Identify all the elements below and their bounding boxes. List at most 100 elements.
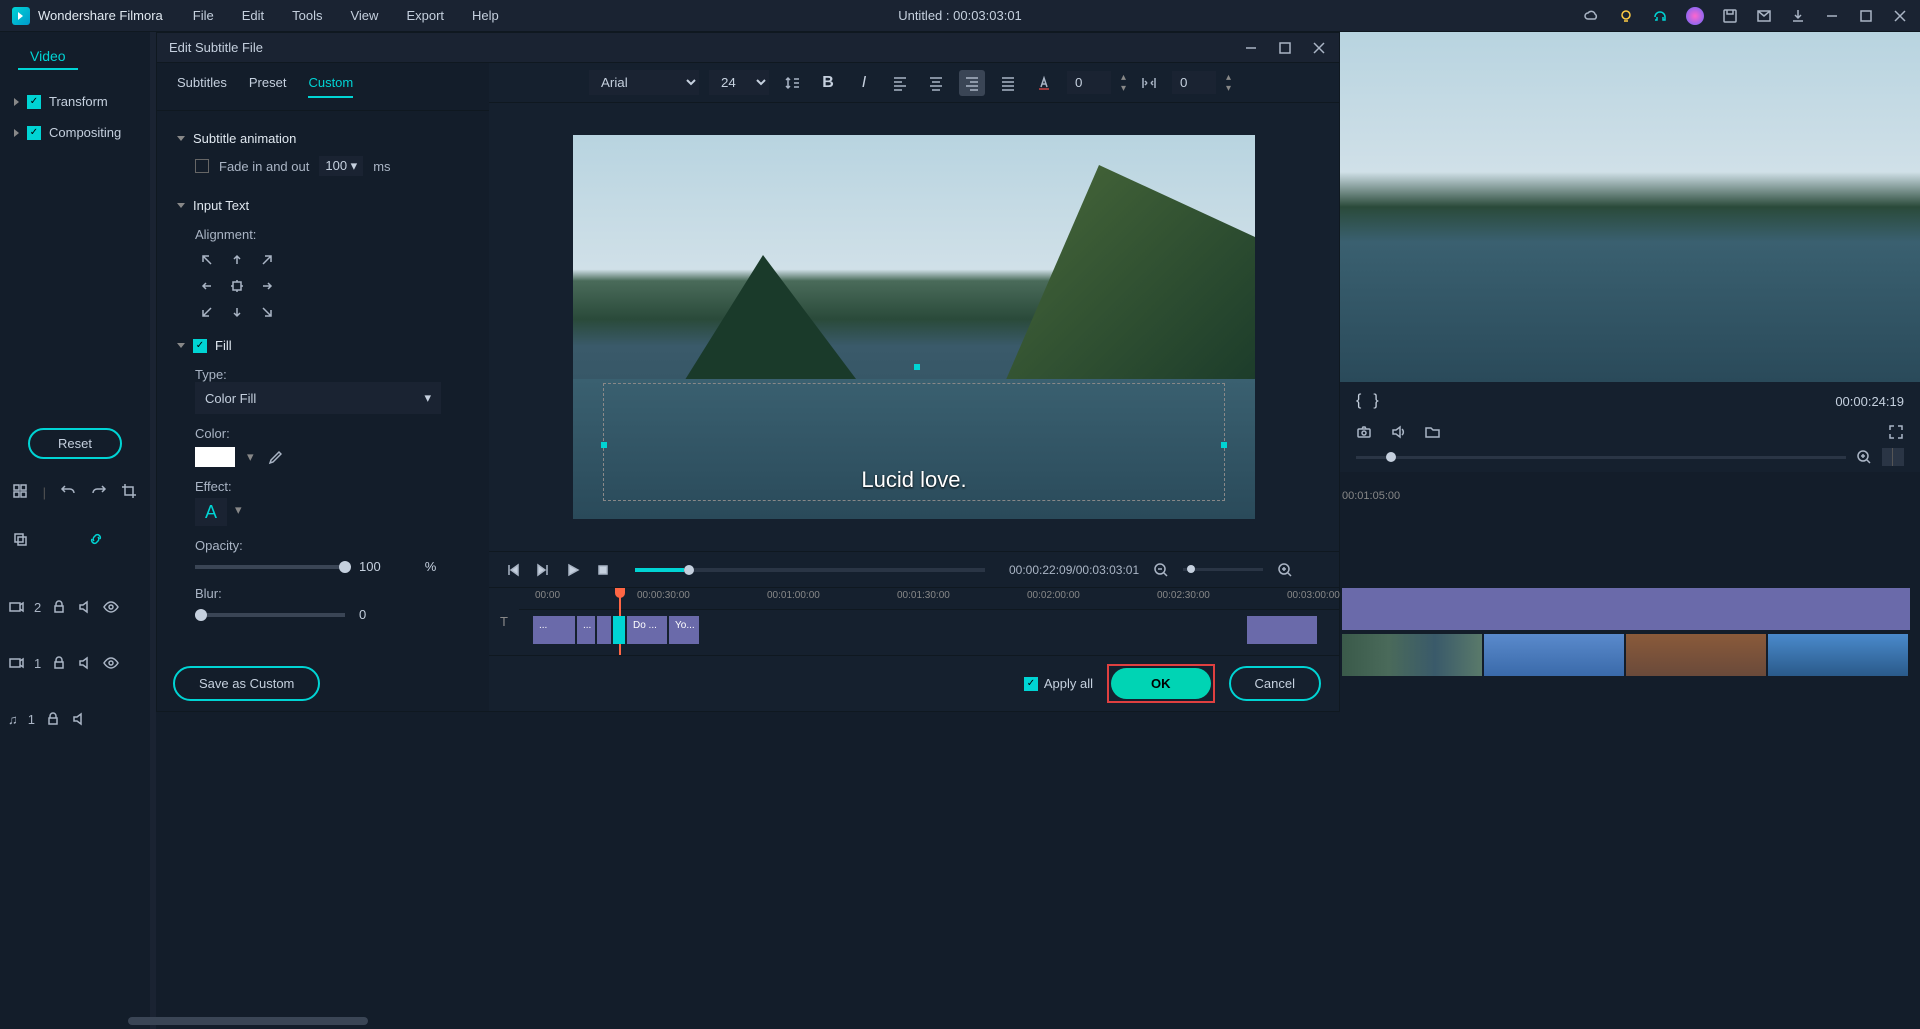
tracking-input[interactable] bbox=[1172, 71, 1216, 94]
step-back-icon[interactable] bbox=[505, 562, 521, 578]
grid-icon[interactable] bbox=[12, 483, 29, 501]
speaker-icon[interactable] bbox=[1390, 424, 1406, 440]
align-bottom-right[interactable] bbox=[255, 302, 279, 322]
spinner-icon[interactable]: ▴▾ bbox=[1121, 72, 1126, 94]
align-center-button[interactable] bbox=[923, 70, 949, 96]
apply-all-checkbox[interactable]: ✓ Apply all bbox=[1024, 676, 1093, 691]
reset-button[interactable]: Reset bbox=[28, 428, 122, 459]
color-swatch[interactable] bbox=[195, 447, 235, 467]
cloud-icon[interactable] bbox=[1584, 8, 1600, 24]
close-icon[interactable] bbox=[1311, 40, 1327, 56]
mini-ruler[interactable]: 00:00 00:00:30:00 00:01:00:00 00:01:30:0… bbox=[519, 588, 1339, 610]
fade-duration-value[interactable]: 100 ▾ bbox=[319, 156, 363, 176]
tab-subtitles[interactable]: Subtitles bbox=[177, 75, 227, 98]
cancel-button[interactable]: Cancel bbox=[1229, 666, 1321, 701]
bold-button[interactable]: B bbox=[815, 70, 841, 96]
menu-edit[interactable]: Edit bbox=[242, 8, 264, 23]
menu-view[interactable]: View bbox=[350, 8, 378, 23]
subtitle-clip[interactable]: Do ... bbox=[627, 616, 667, 644]
video-preview[interactable]: Lucid love. bbox=[573, 135, 1255, 519]
font-select[interactable]: Arial bbox=[589, 70, 699, 95]
step-forward-icon[interactable] bbox=[535, 562, 551, 578]
tab-preset[interactable]: Preset bbox=[249, 75, 287, 98]
user-avatar[interactable] bbox=[1686, 7, 1704, 25]
maximize-icon[interactable] bbox=[1277, 40, 1293, 56]
camera-icon[interactable] bbox=[1356, 424, 1372, 440]
chevron-down-icon[interactable]: ▾ bbox=[235, 502, 242, 518]
timeline-ruler[interactable]: 00:01:05:00 bbox=[1342, 490, 1910, 510]
fill-checkbox[interactable]: ✓ bbox=[193, 339, 207, 353]
subtitle-clip[interactable]: Yo... bbox=[669, 616, 699, 644]
align-bottom-center[interactable] bbox=[225, 302, 249, 322]
tree-compositing[interactable]: ✓ Compositing bbox=[8, 117, 142, 148]
checkbox-icon[interactable]: ✓ bbox=[27, 126, 41, 140]
align-middle-left[interactable] bbox=[195, 276, 219, 296]
sidebar-tab-video[interactable]: Video bbox=[18, 44, 78, 70]
section-header[interactable]: Input Text bbox=[177, 194, 469, 217]
line-spacing-icon[interactable] bbox=[779, 70, 805, 96]
resize-handle[interactable] bbox=[1221, 442, 1227, 448]
fill-type-select[interactable]: Color Fill ▾ bbox=[195, 382, 441, 414]
align-right-button[interactable] bbox=[959, 70, 985, 96]
timeline-clip-video[interactable] bbox=[1342, 634, 1910, 676]
menu-tools[interactable]: Tools bbox=[292, 8, 322, 23]
eye-icon[interactable] bbox=[103, 655, 119, 671]
subtitle-clip[interactable]: ... bbox=[533, 616, 575, 644]
align-top-center[interactable] bbox=[225, 250, 249, 270]
mini-timeline-body[interactable]: 00:00 00:00:30:00 00:01:00:00 00:01:30:0… bbox=[519, 588, 1339, 655]
mute-icon[interactable] bbox=[77, 599, 93, 615]
menu-help[interactable]: Help bbox=[472, 8, 499, 23]
effect-preview[interactable]: A bbox=[195, 498, 227, 526]
subtitle-clip[interactable] bbox=[597, 616, 611, 644]
align-justify-button[interactable] bbox=[995, 70, 1021, 96]
subtitle-clip-active[interactable] bbox=[613, 616, 625, 644]
align-top-right[interactable] bbox=[255, 250, 279, 270]
section-header[interactable]: ✓ Fill bbox=[177, 334, 469, 357]
align-bottom-left[interactable] bbox=[195, 302, 219, 322]
stop-icon[interactable] bbox=[595, 562, 611, 578]
horizontal-scrollbar[interactable] bbox=[128, 1017, 368, 1025]
lock-icon[interactable] bbox=[45, 711, 61, 727]
eyedropper-icon[interactable] bbox=[266, 449, 282, 465]
resize-handle[interactable] bbox=[601, 442, 607, 448]
subtitle-clip[interactable] bbox=[1247, 616, 1317, 644]
brace-right-icon[interactable]: } bbox=[1373, 392, 1378, 410]
undo-icon[interactable] bbox=[60, 483, 77, 501]
fade-checkbox[interactable] bbox=[195, 159, 209, 173]
text-color-button[interactable] bbox=[1031, 70, 1057, 96]
italic-button[interactable]: I bbox=[851, 70, 877, 96]
spacing-input[interactable] bbox=[1067, 71, 1111, 94]
opacity-slider[interactable] bbox=[195, 565, 345, 569]
chevron-down-icon[interactable]: ▾ bbox=[247, 449, 254, 465]
headset-icon[interactable] bbox=[1652, 8, 1668, 24]
subtitle-text[interactable]: Lucid love. bbox=[861, 467, 966, 493]
checkbox-icon[interactable]: ✓ bbox=[27, 95, 41, 109]
folder-icon[interactable] bbox=[1424, 424, 1440, 440]
zoom-in-icon[interactable] bbox=[1856, 449, 1872, 465]
fullscreen-icon[interactable] bbox=[1888, 424, 1904, 440]
letter-spacing-icon[interactable] bbox=[1136, 70, 1162, 96]
save-icon[interactable] bbox=[1722, 8, 1738, 24]
timeline-clip-subtitle[interactable] bbox=[1342, 588, 1910, 630]
save-as-custom-button[interactable]: Save as Custom bbox=[173, 666, 320, 701]
lightbulb-icon[interactable] bbox=[1618, 8, 1634, 24]
rotate-handle[interactable] bbox=[914, 364, 920, 370]
zoom-fit-icon[interactable] bbox=[1882, 448, 1904, 466]
tree-transform[interactable]: ✓ Transform bbox=[8, 86, 142, 117]
align-top-left[interactable] bbox=[195, 250, 219, 270]
crop-icon[interactable] bbox=[121, 483, 138, 501]
minimize-icon[interactable] bbox=[1243, 40, 1259, 56]
zoom-in-icon[interactable] bbox=[1277, 562, 1293, 578]
main-zoom-slider[interactable] bbox=[1356, 456, 1846, 459]
section-header[interactable]: Subtitle animation bbox=[177, 127, 469, 150]
play-icon[interactable] bbox=[565, 562, 581, 578]
lock-icon[interactable] bbox=[51, 599, 67, 615]
lock-icon[interactable] bbox=[51, 655, 67, 671]
zoom-slider[interactable] bbox=[1183, 568, 1263, 571]
menu-export[interactable]: Export bbox=[406, 8, 444, 23]
mute-icon[interactable] bbox=[71, 711, 87, 727]
eye-icon[interactable] bbox=[103, 599, 119, 615]
link-icon[interactable] bbox=[88, 531, 106, 549]
maximize-icon[interactable] bbox=[1858, 8, 1874, 24]
zoom-out-icon[interactable] bbox=[1153, 562, 1169, 578]
